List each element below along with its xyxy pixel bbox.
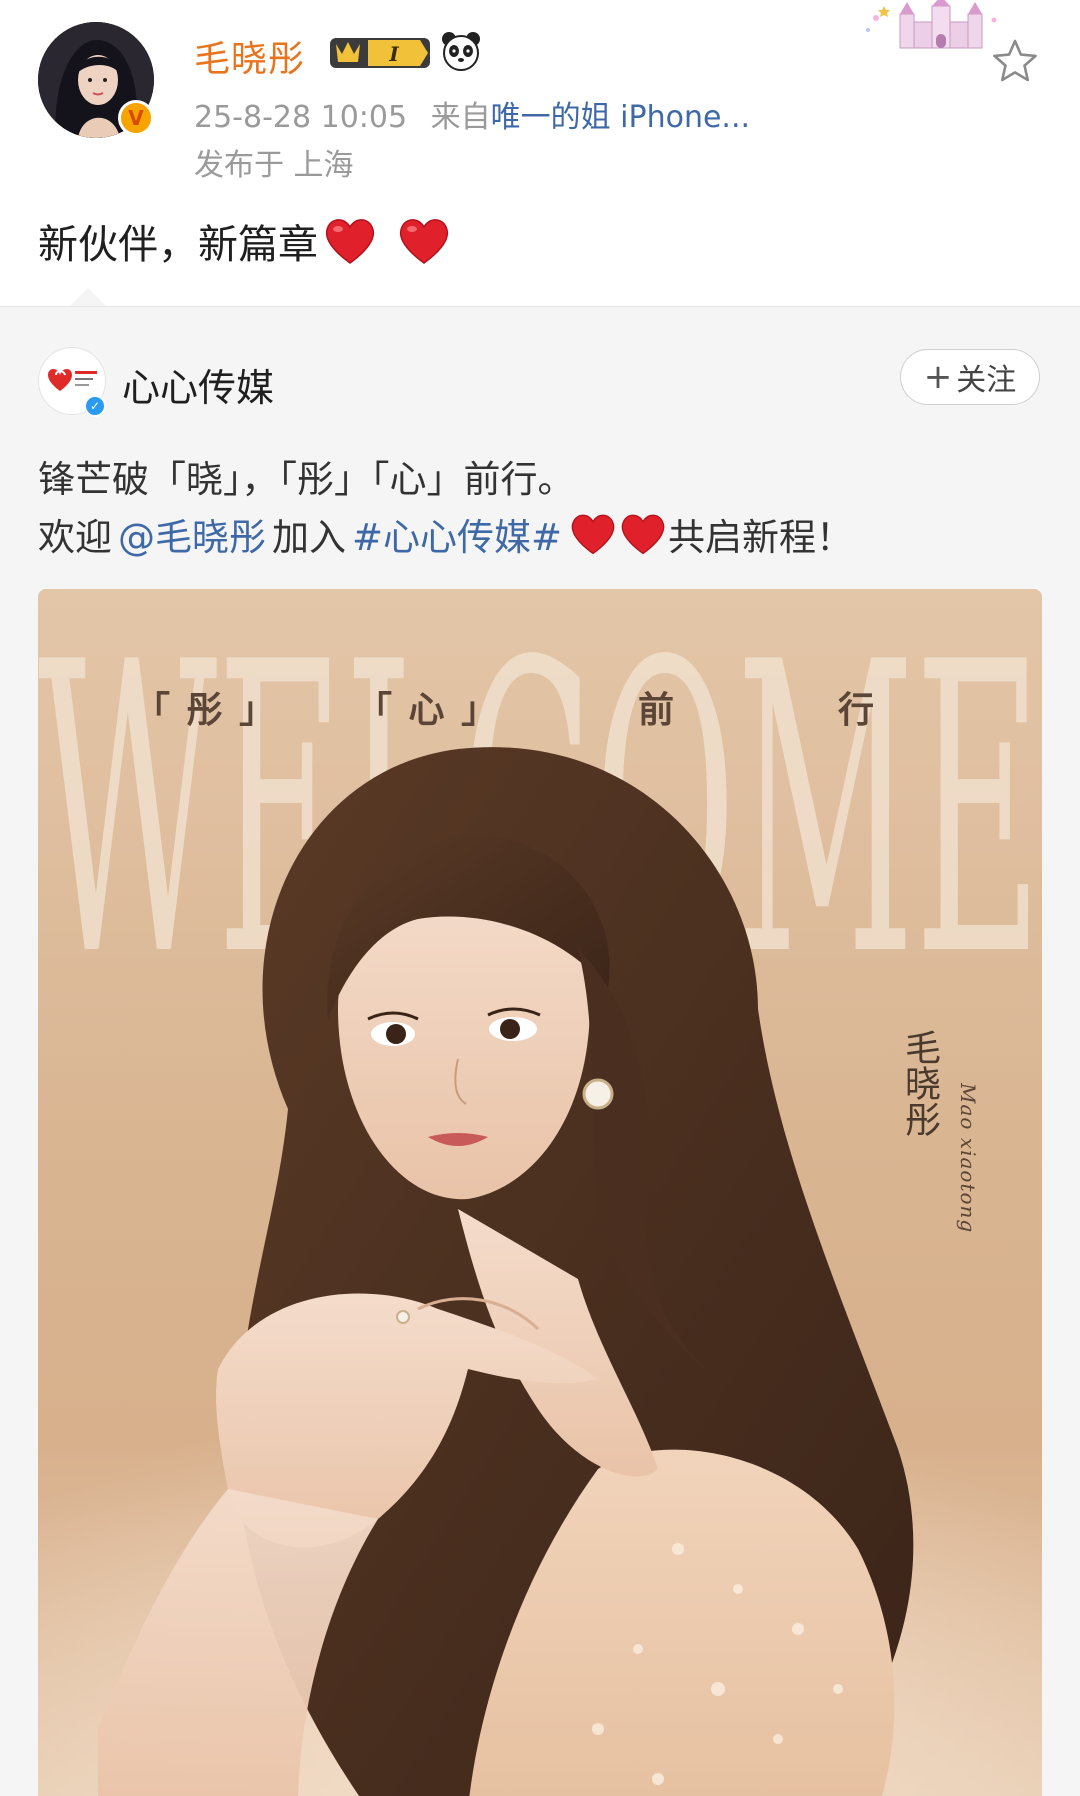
post-text: 新伙伴，新篇章	[38, 222, 318, 268]
poster-caption-1: 「 彤 」	[134, 689, 278, 731]
poster-artwork: WELCOME	[38, 589, 1042, 1796]
post-timestamp: 25-8-28 10:05	[194, 100, 408, 135]
post-location: 发布于 上海	[194, 148, 354, 183]
poster-caption-3: 前	[638, 689, 677, 731]
welcome-poster-image[interactable]: WELCOME	[38, 589, 1042, 1796]
repost-join: 加入	[272, 516, 346, 559]
topic-link[interactable]: #心心传媒#	[352, 507, 562, 561]
repost-text-line-2: 欢迎 @毛晓彤 加入 #心心传媒# 共启新程！	[38, 507, 853, 561]
red-heart-icon	[399, 219, 449, 264]
source-prefix: 来自	[430, 100, 491, 135]
favorite-star-icon[interactable]	[990, 36, 1040, 86]
plus-icon: +	[923, 357, 953, 397]
red-heart-icon	[571, 514, 615, 555]
repost-welcome: 欢迎	[38, 516, 112, 559]
repost-pointer	[70, 288, 106, 306]
weibo-post-page: V 毛晓彤 I 25-8-28 10:05 来自唯一的姐 iPhone... 发…	[0, 0, 1080, 1796]
poster-caption-2: 「 心 」	[356, 689, 500, 731]
blue-verified-icon: ✓	[84, 395, 106, 417]
repost-closing: 共启新程！	[668, 516, 854, 559]
repost-text-line-1: 锋芒破「晓」，「彤」「心」前行。	[38, 458, 575, 501]
vip-level-text: I	[388, 42, 399, 66]
poster-name-cn: 毛晓彤	[899, 1029, 940, 1137]
panda-icon	[442, 32, 480, 71]
verified-v-icon: V	[118, 100, 154, 136]
poster-caption-4: 行	[838, 689, 877, 731]
repost-account-name[interactable]: 心心传媒	[122, 357, 274, 412]
post-header: V 毛晓彤 I 25-8-28 10:05 来自唯一的姐 iPhone... 发…	[0, 0, 1080, 300]
red-heart-icon	[325, 219, 375, 264]
username[interactable]: 毛晓彤	[194, 30, 305, 82]
post-body: 新伙伴，新篇章	[38, 212, 452, 270]
red-heart-icon	[621, 514, 665, 555]
source-device-link[interactable]: 唯一的姐 iPhone...	[491, 100, 750, 135]
vip-level-badge-icon[interactable]: I	[328, 34, 432, 72]
follow-button[interactable]: + 关注	[900, 349, 1040, 405]
mention-link[interactable]: @毛晓彤	[118, 507, 266, 561]
reposted-card[interactable]: ✓ 心心传媒 + 关注 锋芒破「晓」，「彤」「心」前行。 欢迎 @毛晓彤 加入 …	[0, 306, 1080, 1796]
castle-icon	[866, 0, 997, 49]
poster-name-latin: Mao xiaotong	[956, 1083, 980, 1234]
follow-label: 关注	[956, 363, 1017, 398]
post-meta: 25-8-28 10:05 来自唯一的姐 iPhone...	[194, 92, 750, 136]
